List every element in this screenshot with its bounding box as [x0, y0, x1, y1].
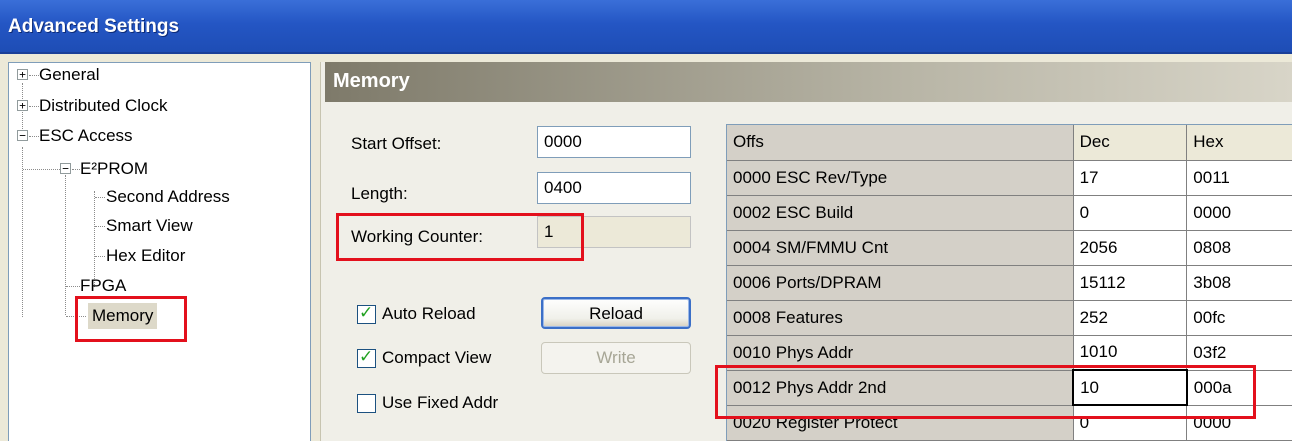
- checkmark-icon: ✓: [359, 303, 374, 323]
- highlight-phys-addr-2nd-row: [715, 365, 1256, 419]
- tree-connector: [29, 136, 39, 137]
- tree-connector: [29, 106, 39, 107]
- tree-connector: [22, 147, 23, 317]
- compact-view-label: Compact View: [382, 348, 492, 367]
- start-offset-input[interactable]: 0000: [537, 126, 691, 158]
- register-name: ESC Rev/Type: [775, 167, 888, 187]
- collapse-icon[interactable]: −: [60, 163, 71, 174]
- highlight-memory-item: [75, 296, 187, 342]
- length-input[interactable]: 0400: [537, 172, 691, 204]
- highlight-working-counter: [336, 213, 584, 261]
- panel-header: Memory: [325, 62, 1292, 102]
- tree-item-esc-access[interactable]: ESC Access: [39, 123, 133, 149]
- expand-icon[interactable]: +: [17, 100, 28, 111]
- compact-view-checkbox[interactable]: ✓: [357, 347, 376, 368]
- table-row[interactable]: 0008 Features 252 00fc: [727, 300, 1292, 336]
- dec-cell[interactable]: 17: [1073, 160, 1188, 196]
- table-row[interactable]: 0000 ESC Rev/Type 17 0011: [727, 160, 1292, 196]
- tree-connector: [72, 169, 80, 170]
- use-fixed-addr-label: Use Fixed Addr: [382, 393, 499, 412]
- offset-cell: 0000 ESC Rev/Type: [727, 160, 1074, 196]
- register-name: Features: [775, 307, 843, 327]
- tree-item-general[interactable]: General: [39, 62, 99, 88]
- register-name: ESC Build: [775, 202, 854, 222]
- dec-cell[interactable]: 252: [1073, 300, 1188, 336]
- tree-item-hex-editor[interactable]: Hex Editor: [106, 243, 185, 269]
- window-title: Advanced Settings: [8, 16, 180, 37]
- address: 0010: [733, 342, 771, 362]
- register-name: Ports/DPRAM: [775, 272, 882, 292]
- tree-item-smart-view[interactable]: Smart View: [106, 213, 193, 239]
- column-header-offs[interactable]: Offs: [727, 125, 1074, 161]
- table-row[interactable]: 0004 SM/FMMU Cnt 2056 0808: [727, 230, 1292, 266]
- hex-cell[interactable]: 0011: [1186, 160, 1292, 196]
- column-header-hex[interactable]: Hex: [1186, 125, 1292, 161]
- offset-cell: 0002 ESC Build: [727, 195, 1074, 231]
- register-name: SM/FMMU Cnt: [775, 237, 889, 257]
- tree-connector: [66, 286, 80, 287]
- checkmark-icon: ✓: [359, 347, 374, 367]
- address: 0006: [733, 272, 771, 292]
- dec-cell[interactable]: 0: [1073, 195, 1188, 231]
- column-header-dec[interactable]: Dec: [1073, 125, 1188, 161]
- tree-connector: [23, 169, 60, 170]
- hex-cell[interactable]: 0000: [1186, 195, 1292, 231]
- tree-connector: [29, 75, 39, 76]
- table-row[interactable]: 0006 Ports/DPRAM 15112 3b08: [727, 265, 1292, 301]
- offset-cell: 0004 SM/FMMU Cnt: [727, 230, 1074, 266]
- address: 0004: [733, 237, 771, 257]
- reload-button[interactable]: Reload: [541, 297, 691, 329]
- start-offset-label: Start Offset:: [351, 134, 442, 153]
- length-label: Length:: [351, 184, 408, 203]
- offset-cell: 0006 Ports/DPRAM: [727, 265, 1074, 301]
- use-fixed-addr-checkbox[interactable]: [357, 394, 376, 413]
- tree-connector: [95, 256, 105, 257]
- register-name: Phys Addr: [775, 342, 854, 362]
- settings-tree[interactable]: + General + Distributed Clock − ESC Acce…: [8, 62, 311, 441]
- address: 0000: [733, 167, 771, 187]
- tree-connector: [95, 197, 105, 198]
- tree-connector: [65, 175, 66, 315]
- address: 0008: [733, 307, 771, 327]
- dec-cell[interactable]: 15112: [1073, 265, 1188, 301]
- expand-icon[interactable]: +: [17, 69, 28, 80]
- auto-reload-checkbox[interactable]: ✓: [357, 303, 376, 324]
- offset-cell: 0008 Features: [727, 300, 1074, 336]
- tree-item-distributed-clock[interactable]: Distributed Clock: [39, 93, 168, 119]
- tree-item-eeprom[interactable]: E²PROM: [80, 156, 148, 182]
- title-bar: Advanced Settings: [0, 0, 1292, 54]
- write-button[interactable]: Write: [541, 342, 691, 374]
- tree-connector: [95, 226, 105, 227]
- hex-cell[interactable]: 0808: [1186, 230, 1292, 266]
- hex-cell[interactable]: 00fc: [1186, 300, 1292, 336]
- panel-title: Memory: [333, 70, 410, 92]
- dec-cell[interactable]: 2056: [1073, 230, 1188, 266]
- address: 0002: [733, 202, 771, 222]
- auto-reload-label: Auto Reload: [382, 304, 476, 323]
- collapse-icon[interactable]: −: [17, 130, 28, 141]
- table-row[interactable]: 0002 ESC Build 0 0000: [727, 195, 1292, 231]
- tree-item-second-address[interactable]: Second Address: [106, 184, 230, 210]
- hex-cell[interactable]: 3b08: [1186, 265, 1292, 301]
